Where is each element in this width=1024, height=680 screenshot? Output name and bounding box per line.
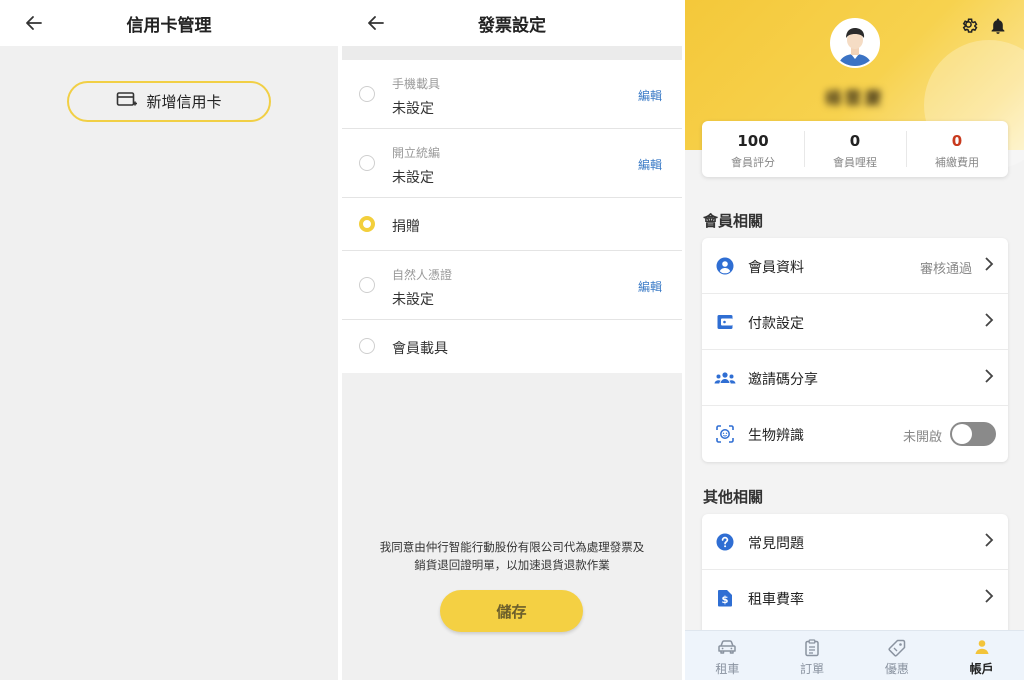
person-icon: [939, 639, 1024, 657]
user-name: 楊雲慶: [824, 89, 885, 109]
page-title: 發票設定: [478, 15, 546, 36]
menu-item-faq[interactable]: 常見問題: [702, 514, 1008, 570]
radio-button[interactable]: [359, 277, 375, 293]
invoice-options-list: 手機載具 未設定 編輯 開立統編 未設定 編輯 捐贈 自然人憑證 未設定 編輯 …: [342, 60, 682, 373]
chevron-right-icon: [984, 367, 994, 388]
car-icon: [685, 639, 770, 657]
wallet-icon: [714, 311, 736, 333]
option-title: 開立統編: [392, 146, 441, 160]
avatar[interactable]: [830, 18, 880, 68]
add-credit-card-label: 新增信用卡: [146, 93, 222, 111]
option-title: 自然人憑證: [392, 268, 453, 282]
edit-link[interactable]: 編輯: [638, 87, 662, 104]
option-value: 未設定: [392, 101, 434, 117]
section-gap: [342, 46, 682, 60]
gear-icon[interactable]: [961, 17, 979, 39]
svg-text:$: $: [722, 595, 729, 606]
option-value: 未設定: [392, 170, 434, 186]
menu-item-rental-rates[interactable]: $ 租車費率: [702, 570, 1008, 626]
tab-account[interactable]: 帳戶: [939, 631, 1024, 680]
invoice-option-mobile-carrier[interactable]: 手機載具 未設定 編輯: [342, 60, 682, 129]
back-arrow-icon[interactable]: [22, 11, 46, 35]
tab-rent-car[interactable]: 租車: [685, 631, 770, 680]
add-credit-card-button[interactable]: 新增信用卡: [67, 81, 271, 122]
invoice-option-donate[interactable]: 捐贈: [342, 198, 682, 251]
menu-item-label: 付款設定: [748, 316, 804, 332]
dollar-doc-icon: $: [714, 587, 736, 609]
tag-icon: [855, 639, 940, 657]
tab-label: 優惠: [884, 662, 909, 676]
biometrics-status: 未開啟: [902, 430, 942, 445]
chevron-right-icon: [984, 531, 994, 552]
chevron-right-icon: [984, 587, 994, 608]
menu-item-biometrics[interactable]: 生物辨識 未開啟: [702, 406, 1008, 462]
edit-link[interactable]: 編輯: [638, 278, 662, 295]
menu-item-label: 會員資料: [748, 260, 804, 276]
invoice-settings-screen: 發票設定 手機載具 未設定 編輯 開立統編 未設定 編輯 捐贈 自然人憑證 未設…: [342, 0, 682, 680]
stat-member-rating[interactable]: 100 會員評分: [702, 121, 804, 177]
edit-link[interactable]: 編輯: [638, 156, 662, 173]
menu-item-label: 生物辨識: [748, 428, 804, 444]
tab-orders[interactable]: 訂單: [770, 631, 855, 680]
account-screen: 楊雲慶 100 會員評分 0 會員哩程 0 補繳費用 會員相關 會員資料 審核通…: [685, 0, 1024, 680]
option-value: 未設定: [392, 292, 434, 308]
option-title: 捐贈: [392, 219, 420, 235]
back-arrow-icon[interactable]: [364, 11, 388, 35]
radio-button[interactable]: [359, 155, 375, 171]
save-button[interactable]: 儲存: [440, 590, 583, 632]
section-title-other: 其他相關: [703, 488, 764, 506]
group-icon: [714, 367, 736, 389]
menu-item-label: 邀請碼分享: [748, 372, 818, 388]
invoice-option-tax-id[interactable]: 開立統編 未設定 編輯: [342, 129, 682, 198]
toggle-knob: [952, 424, 972, 444]
chevron-right-icon: [984, 255, 994, 276]
tab-label: 訂單: [800, 662, 825, 676]
menu-item-label: 租車費率: [748, 592, 804, 608]
consent-text: 我同意由仲行智能行動股份有限公司代為處理發票及 銷貨退回證明單，以加速退貨退款作…: [362, 538, 662, 574]
radio-button-selected[interactable]: [359, 216, 375, 232]
consent-line: 銷貨退回證明單，以加速退貨退款作業: [414, 558, 610, 572]
menu-item-payment-settings[interactable]: 付款設定: [702, 294, 1008, 350]
radio-button[interactable]: [359, 338, 375, 354]
stat-outstanding-fee[interactable]: 0 補繳費用: [906, 121, 1008, 177]
stat-label: 會員哩程: [833, 156, 877, 169]
verification-status: 審核通過: [919, 262, 972, 277]
option-title: 會員載具: [392, 341, 448, 357]
credit-card-screen: 信用卡管理 新增信用卡: [0, 0, 338, 680]
clipboard-icon: [770, 639, 855, 657]
option-title: 手機載具: [392, 77, 441, 91]
stat-value: 0: [849, 132, 861, 150]
consent-line: 我同意由仲行智能行動股份有限公司代為處理發票及: [379, 540, 645, 554]
menu-item-invite-code[interactable]: 邀請碼分享: [702, 350, 1008, 406]
section-title-member: 會員相關: [703, 212, 764, 230]
other-settings-card: 常見問題 $ 租車費率: [702, 514, 1008, 644]
invoice-option-member-carrier[interactable]: 會員載具: [342, 320, 682, 373]
member-settings-card: 會員資料 審核通過 付款設定 邀請碼分享 生物辨識 未開啟: [702, 238, 1008, 462]
help-circle-icon: [714, 531, 736, 553]
menu-item-member-info[interactable]: 會員資料 審核通過: [702, 238, 1008, 294]
page-title: 信用卡管理: [126, 15, 212, 36]
stat-value: 100: [737, 132, 769, 150]
stat-label: 補繳費用: [935, 156, 979, 169]
invoice-option-citizen-certificate[interactable]: 自然人憑證 未設定 編輯: [342, 251, 682, 320]
app-bar: 發票設定: [342, 0, 682, 46]
stat-value: 0: [951, 132, 963, 150]
member-stats-card: 100 會員評分 0 會員哩程 0 補繳費用: [702, 121, 1008, 177]
bottom-tab-bar: 租車 訂單 優惠 帳戶: [685, 630, 1024, 680]
face-id-icon: [714, 423, 736, 445]
tab-label: 租車: [715, 662, 740, 676]
tab-label: 帳戶: [969, 662, 994, 676]
chevron-right-icon: [984, 311, 994, 332]
bell-icon[interactable]: [989, 17, 1007, 39]
radio-button[interactable]: [359, 86, 375, 102]
person-circle-icon: [714, 255, 736, 277]
tab-promotions[interactable]: 優惠: [855, 631, 940, 680]
biometrics-toggle[interactable]: [950, 422, 996, 446]
stat-label: 會員評分: [731, 156, 775, 169]
menu-item-label: 常見問題: [748, 536, 804, 552]
credit-card-add-icon: [116, 91, 138, 113]
app-bar: 信用卡管理: [0, 0, 338, 46]
stat-member-mileage[interactable]: 0 會員哩程: [804, 121, 906, 177]
